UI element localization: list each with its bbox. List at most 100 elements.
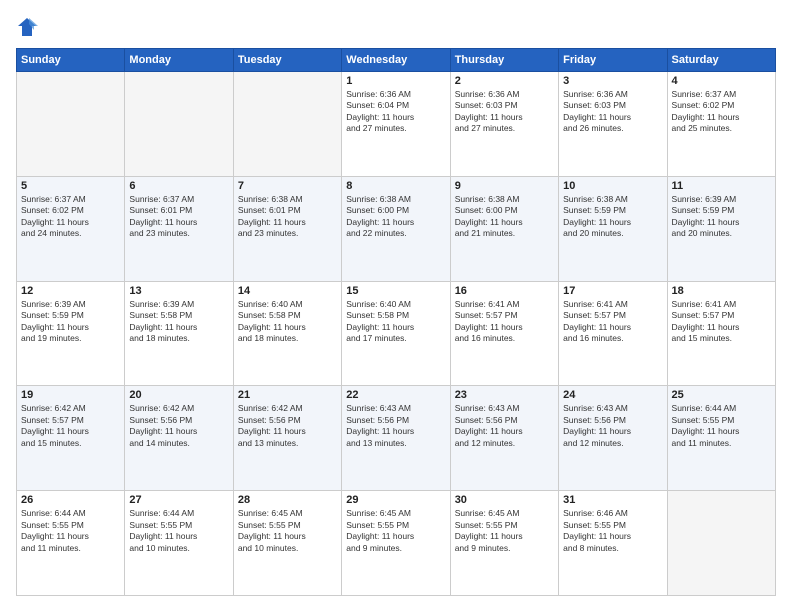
calendar-cell: 5 Sunrise: 6:37 AM Sunset: 6:02 PM Daylig… bbox=[17, 176, 125, 281]
col-wednesday: Wednesday bbox=[342, 49, 450, 72]
day-info: Sunrise: 6:43 AM Sunset: 5:56 PM Dayligh… bbox=[563, 403, 662, 449]
calendar-cell: 15Sunrise: 6:40 AM Sunset: 5:58 PM Dayli… bbox=[342, 281, 450, 386]
calendar-cell: 16 Sunrise: 6:41 AM Sunset: 5:57 PM Dayli… bbox=[450, 281, 558, 386]
day-number: 21 bbox=[238, 389, 337, 401]
calendar-week-5: 26Sunrise: 6:44 AM Sunset: 5:55 PM Dayli… bbox=[17, 491, 776, 596]
day-number: 13 bbox=[129, 285, 228, 297]
calendar-cell: 3Sunrise: 6:36 AM Sunset: 6:03 PM Daylig… bbox=[559, 72, 667, 177]
day-info: Sunrise: 6:40 AM Sunset: 5:58 PM Dayligh… bbox=[346, 299, 445, 345]
calendar-cell bbox=[233, 72, 341, 177]
day-info: Sunrise: 6:40 AM Sunset: 5:58 PM Dayligh… bbox=[238, 299, 337, 345]
day-info: Sunrise: 6:41 AM Sunset: 5:57 PM Dayligh… bbox=[455, 299, 554, 345]
calendar-cell: 24 Sunrise: 6:43 AM Sunset: 5:56 PM Dayli… bbox=[559, 386, 667, 491]
calendar-cell: 10Sunrise: 6:38 AM Sunset: 5:59 PM Dayli… bbox=[559, 176, 667, 281]
day-number: 14 bbox=[238, 285, 337, 297]
day-info: Sunrise: 6:43 AM Sunset: 5:56 PM Dayligh… bbox=[455, 403, 554, 449]
calendar-week-2: 5 Sunrise: 6:37 AM Sunset: 6:02 PM Daylig… bbox=[17, 176, 776, 281]
day-number: 4 bbox=[672, 75, 771, 87]
day-info: Sunrise: 6:36 AM Sunset: 6:03 PM Dayligh… bbox=[455, 89, 554, 135]
day-info: Sunrise: 6:45 AM Sunset: 5:55 PM Dayligh… bbox=[346, 508, 445, 554]
day-number: 31 bbox=[563, 494, 662, 506]
calendar-cell: 4Sunrise: 6:37 AM Sunset: 6:02 PM Daylig… bbox=[667, 72, 775, 177]
calendar-cell: 7 Sunrise: 6:38 AM Sunset: 6:01 PM Daylig… bbox=[233, 176, 341, 281]
day-info: Sunrise: 6:42 AM Sunset: 5:57 PM Dayligh… bbox=[21, 403, 120, 449]
day-number: 11 bbox=[672, 180, 771, 192]
day-info: Sunrise: 6:37 AM Sunset: 6:01 PM Dayligh… bbox=[129, 194, 228, 240]
day-info: Sunrise: 6:39 AM Sunset: 5:59 PM Dayligh… bbox=[21, 299, 120, 345]
day-number: 6 bbox=[129, 180, 228, 192]
calendar-cell: 14 Sunrise: 6:40 AM Sunset: 5:58 PM Dayli… bbox=[233, 281, 341, 386]
col-friday: Friday bbox=[559, 49, 667, 72]
day-number: 5 bbox=[21, 180, 120, 192]
calendar-cell: 29 Sunrise: 6:45 AM Sunset: 5:55 PM Dayli… bbox=[342, 491, 450, 596]
day-number: 29 bbox=[346, 494, 445, 506]
calendar-cell: 6 Sunrise: 6:37 AM Sunset: 6:01 PM Daylig… bbox=[125, 176, 233, 281]
day-info: Sunrise: 6:39 AM Sunset: 5:59 PM Dayligh… bbox=[672, 194, 771, 240]
calendar-cell: 21 Sunrise: 6:42 AM Sunset: 5:56 PM Dayli… bbox=[233, 386, 341, 491]
calendar-cell: 20 Sunrise: 6:42 AM Sunset: 5:56 PM Dayli… bbox=[125, 386, 233, 491]
day-number: 8 bbox=[346, 180, 445, 192]
day-info: Sunrise: 6:38 AM Sunset: 6:00 PM Dayligh… bbox=[455, 194, 554, 240]
calendar-cell: 2 Sunrise: 6:36 AM Sunset: 6:03 PM Daylig… bbox=[450, 72, 558, 177]
calendar-cell: 18 Sunrise: 6:41 AM Sunset: 5:57 PM Dayli… bbox=[667, 281, 775, 386]
col-thursday: Thursday bbox=[450, 49, 558, 72]
day-info: Sunrise: 6:38 AM Sunset: 6:01 PM Dayligh… bbox=[238, 194, 337, 240]
day-number: 30 bbox=[455, 494, 554, 506]
day-info: Sunrise: 6:39 AM Sunset: 5:58 PM Dayligh… bbox=[129, 299, 228, 345]
calendar-cell bbox=[125, 72, 233, 177]
logo bbox=[16, 16, 42, 38]
day-info: Sunrise: 6:43 AM Sunset: 5:56 PM Dayligh… bbox=[346, 403, 445, 449]
calendar-cell: 1 Sunrise: 6:36 AM Sunset: 6:04 PM Daylig… bbox=[342, 72, 450, 177]
day-info: Sunrise: 6:37 AM Sunset: 6:02 PM Dayligh… bbox=[21, 194, 120, 240]
day-number: 24 bbox=[563, 389, 662, 401]
day-number: 9 bbox=[455, 180, 554, 192]
calendar-cell: 26Sunrise: 6:44 AM Sunset: 5:55 PM Dayli… bbox=[17, 491, 125, 596]
calendar-week-1: 1 Sunrise: 6:36 AM Sunset: 6:04 PM Daylig… bbox=[17, 72, 776, 177]
calendar-table: Sunday Monday Tuesday Wednesday Thursday… bbox=[16, 48, 776, 596]
day-number: 27 bbox=[129, 494, 228, 506]
day-number: 16 bbox=[455, 285, 554, 297]
col-tuesday: Tuesday bbox=[233, 49, 341, 72]
day-info: Sunrise: 6:41 AM Sunset: 5:57 PM Dayligh… bbox=[563, 299, 662, 345]
calendar-cell: 13 Sunrise: 6:39 AM Sunset: 5:58 PM Dayli… bbox=[125, 281, 233, 386]
calendar-cell bbox=[667, 491, 775, 596]
calendar-header-row: Sunday Monday Tuesday Wednesday Thursday… bbox=[17, 49, 776, 72]
calendar-cell: 25Sunrise: 6:44 AM Sunset: 5:55 PM Dayli… bbox=[667, 386, 775, 491]
day-number: 20 bbox=[129, 389, 228, 401]
day-info: Sunrise: 6:41 AM Sunset: 5:57 PM Dayligh… bbox=[672, 299, 771, 345]
day-number: 12 bbox=[21, 285, 120, 297]
calendar-cell: 28Sunrise: 6:45 AM Sunset: 5:55 PM Dayli… bbox=[233, 491, 341, 596]
day-number: 19 bbox=[21, 389, 120, 401]
day-info: Sunrise: 6:36 AM Sunset: 6:04 PM Dayligh… bbox=[346, 89, 445, 135]
day-info: Sunrise: 6:46 AM Sunset: 5:55 PM Dayligh… bbox=[563, 508, 662, 554]
day-number: 18 bbox=[672, 285, 771, 297]
day-info: Sunrise: 6:45 AM Sunset: 5:55 PM Dayligh… bbox=[238, 508, 337, 554]
page-header bbox=[16, 16, 776, 38]
day-number: 7 bbox=[238, 180, 337, 192]
logo-icon bbox=[16, 16, 38, 38]
calendar-cell: 8 Sunrise: 6:38 AM Sunset: 6:00 PM Daylig… bbox=[342, 176, 450, 281]
col-sunday: Sunday bbox=[17, 49, 125, 72]
col-monday: Monday bbox=[125, 49, 233, 72]
calendar-cell: 17Sunrise: 6:41 AM Sunset: 5:57 PM Dayli… bbox=[559, 281, 667, 386]
day-number: 22 bbox=[346, 389, 445, 401]
day-number: 2 bbox=[455, 75, 554, 87]
calendar-week-4: 19 Sunrise: 6:42 AM Sunset: 5:57 PM Dayli… bbox=[17, 386, 776, 491]
day-number: 1 bbox=[346, 75, 445, 87]
day-info: Sunrise: 6:36 AM Sunset: 6:03 PM Dayligh… bbox=[563, 89, 662, 135]
calendar-cell: 23 Sunrise: 6:43 AM Sunset: 5:56 PM Dayli… bbox=[450, 386, 558, 491]
calendar-cell: 9 Sunrise: 6:38 AM Sunset: 6:00 PM Daylig… bbox=[450, 176, 558, 281]
day-info: Sunrise: 6:42 AM Sunset: 5:56 PM Dayligh… bbox=[238, 403, 337, 449]
calendar-cell: 12 Sunrise: 6:39 AM Sunset: 5:59 PM Dayli… bbox=[17, 281, 125, 386]
day-info: Sunrise: 6:42 AM Sunset: 5:56 PM Dayligh… bbox=[129, 403, 228, 449]
calendar-cell: 27 Sunrise: 6:44 AM Sunset: 5:55 PM Dayli… bbox=[125, 491, 233, 596]
day-info: Sunrise: 6:38 AM Sunset: 6:00 PM Dayligh… bbox=[346, 194, 445, 240]
day-info: Sunrise: 6:44 AM Sunset: 5:55 PM Dayligh… bbox=[129, 508, 228, 554]
day-number: 23 bbox=[455, 389, 554, 401]
day-info: Sunrise: 6:44 AM Sunset: 5:55 PM Dayligh… bbox=[672, 403, 771, 449]
day-info: Sunrise: 6:38 AM Sunset: 5:59 PM Dayligh… bbox=[563, 194, 662, 240]
calendar-cell bbox=[17, 72, 125, 177]
calendar-cell: 19 Sunrise: 6:42 AM Sunset: 5:57 PM Dayli… bbox=[17, 386, 125, 491]
calendar-cell: 11 Sunrise: 6:39 AM Sunset: 5:59 PM Dayli… bbox=[667, 176, 775, 281]
day-info: Sunrise: 6:45 AM Sunset: 5:55 PM Dayligh… bbox=[455, 508, 554, 554]
